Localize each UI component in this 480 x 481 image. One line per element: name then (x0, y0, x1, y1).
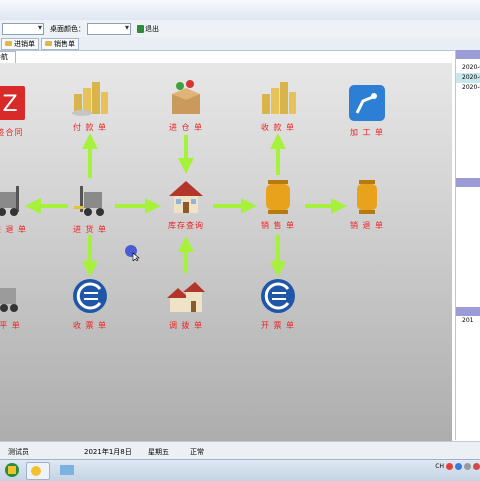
exit-button[interactable]: 退出 (137, 24, 159, 34)
forklift-icon (74, 186, 104, 216)
folder-icon (5, 41, 12, 46)
exit-icon (137, 24, 144, 33)
right-panel-header (456, 50, 480, 59)
coins-icon (72, 82, 108, 116)
nav-tab-label: 导航 (0, 53, 8, 61)
right-panel: 2020-0 2020-0 2020-0 201 (455, 50, 480, 440)
inventory-label: 库存查询 (168, 221, 204, 230)
robot-arm-icon (349, 85, 385, 121)
toolbar: 桌面颜色： 退出 (0, 20, 480, 38)
start-icon[interactable] (1, 462, 23, 478)
receive-invoice-label: 收 票 单 (72, 321, 108, 330)
contract-icon: Z (0, 86, 25, 120)
list-item[interactable]: 2020-0 (456, 83, 480, 93)
forklift-icon (0, 288, 18, 312)
tray-icon[interactable] (473, 463, 480, 470)
tab-label: 销售单 (54, 39, 75, 48)
tab-purchase-sales[interactable]: 进销单 (1, 37, 39, 50)
receipt-label: 收 款 单 (260, 123, 296, 132)
coins-icon (262, 82, 296, 114)
house-icon (169, 181, 203, 213)
ime-indicator[interactable]: CH (435, 463, 444, 470)
right-panel-section (456, 178, 480, 187)
tray-app-icon[interactable] (446, 463, 453, 470)
spool-icon (266, 180, 290, 214)
status-state: 正常 (190, 448, 204, 456)
spool-icon (357, 180, 377, 214)
transfer-label: 调 拨 单 (168, 321, 204, 330)
payment-label: 付 款 单 (72, 123, 108, 132)
taskbar: CH (0, 459, 480, 481)
tab-sales-order[interactable]: 销售单 (41, 37, 79, 50)
exit-label: 退出 (145, 24, 159, 33)
status-weekday: 星期五 (148, 448, 169, 456)
status-date: 2021年1月8日 (84, 448, 132, 456)
list-item[interactable]: 2020-0 (456, 73, 480, 83)
invoice-logo-icon (261, 279, 295, 313)
desk-color-label: 桌面颜色： (50, 24, 85, 33)
left-select[interactable] (2, 22, 44, 35)
right-panel-section (456, 307, 480, 316)
level-label: 平 单 (0, 321, 21, 330)
tab-label: 进销单 (14, 39, 35, 48)
purchase-label: 进 货 单 (72, 225, 108, 234)
desk-color-select[interactable] (87, 22, 131, 35)
sales-return-label: 销 退 单 (349, 221, 385, 230)
volume-icon[interactable] (464, 463, 471, 470)
svg-text:Z: Z (2, 92, 17, 117)
mouse-cursor (125, 245, 140, 261)
contract-label: 签合同 (0, 128, 24, 137)
issue-invoice-label: 开 票 单 (260, 321, 296, 330)
houses-icon (167, 282, 205, 312)
folder-icon (45, 41, 52, 46)
status-bar: 测试员 2021年1月8日 星期五 正常 (0, 441, 480, 460)
window-title-bar (0, 0, 480, 21)
document-tab-bar: 进销单 销售单 (0, 37, 480, 51)
pick-label: 进 仓 单 (168, 123, 204, 132)
invoice-logo-icon (73, 279, 107, 313)
taskbar-window-icon[interactable] (56, 462, 78, 478)
list-item[interactable]: 201 (456, 316, 480, 326)
list-item[interactable]: 2020-0 (456, 63, 480, 73)
sales-label: 销 售 单 (260, 221, 296, 230)
processing-label: 加 工 单 (349, 128, 385, 137)
network-icon[interactable] (455, 463, 462, 470)
purchase-return-label: 进 退 单 (0, 225, 28, 234)
system-tray: CH (435, 463, 480, 470)
forklift-icon (0, 186, 19, 216)
box-icon (172, 80, 200, 114)
taskbar-app-icon[interactable] (26, 462, 50, 480)
status-user: 测试员 (8, 448, 29, 456)
navigation-canvas: Z 签合同 付 款 单 进 仓 单 收 款 单 加 工 单 退 单 进 货 单 … (0, 63, 452, 441)
